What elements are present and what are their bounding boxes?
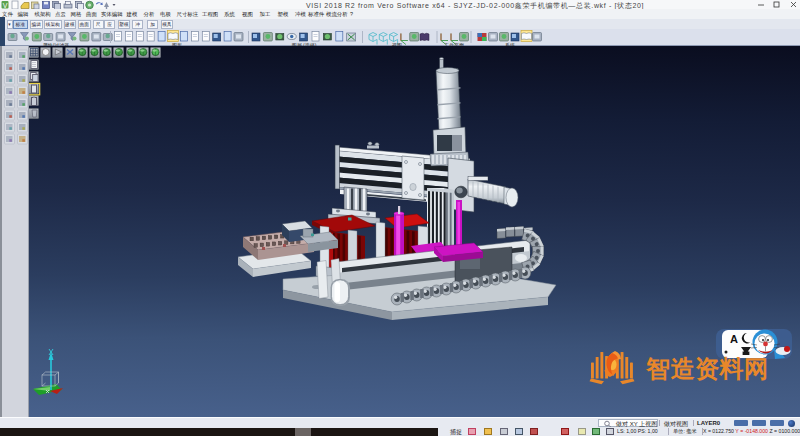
svg-text:V: V <box>3 2 8 9</box>
